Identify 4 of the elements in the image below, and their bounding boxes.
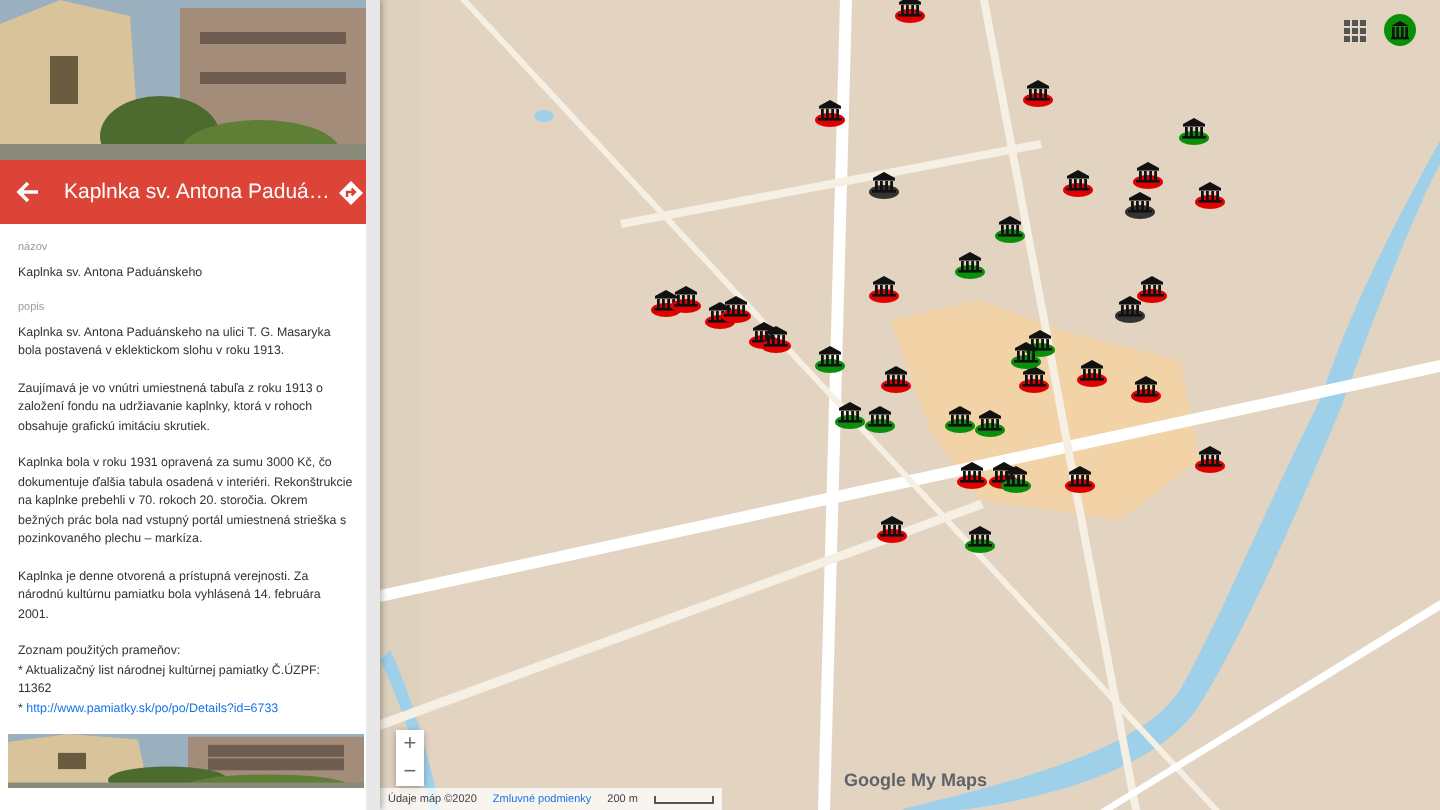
zoom-in-button[interactable]: +	[396, 730, 424, 758]
zoom-out-button[interactable]: −	[396, 758, 424, 786]
logo-text: Google My Maps	[844, 770, 988, 790]
place-title: Kaplnka sv. Antona Paduá…	[62, 180, 330, 204]
